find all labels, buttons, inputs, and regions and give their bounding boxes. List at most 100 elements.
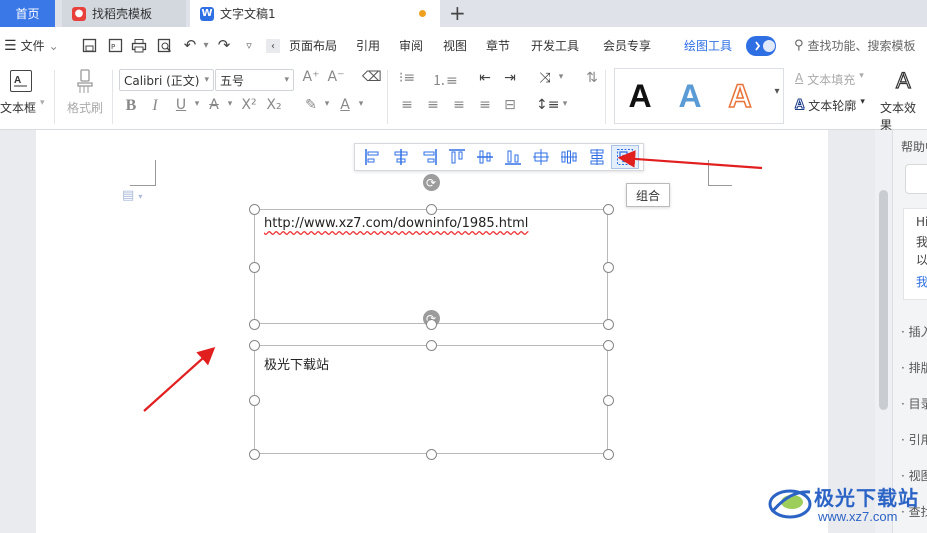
menu-member[interactable]: 会员专享: [603, 27, 651, 64]
textbox-dropdown-icon[interactable]: ▾: [40, 98, 45, 108]
font-size-value: 五号: [220, 73, 245, 88]
underline-dropdown-icon[interactable]: ▾: [188, 99, 206, 109]
text-style-blue[interactable]: A: [665, 78, 715, 115]
menu-references[interactable]: 引用: [356, 27, 380, 64]
chevron-down-icon: ▾: [204, 75, 209, 85]
help-card-link[interactable]: 我: [916, 273, 927, 290]
divider: [387, 70, 388, 124]
bold-icon[interactable]: B: [122, 97, 140, 115]
writer-doc-icon: W: [200, 6, 214, 21]
help-item[interactable]: · 目录: [901, 395, 927, 412]
help-item[interactable]: · 引用: [901, 431, 927, 448]
font-color-dropdown-icon[interactable]: ▾: [352, 99, 370, 109]
divider: [54, 70, 55, 124]
tab-home-label: 首页: [15, 7, 40, 21]
help-search-input[interactable]: [905, 164, 927, 194]
italic-icon[interactable]: I: [146, 97, 164, 115]
sort-icon[interactable]: ⇅: [583, 70, 601, 86]
line-spacing-dropdown-icon[interactable]: ▾: [556, 99, 574, 109]
font-family-value: Calibri (正文): [124, 73, 200, 88]
menu-view[interactable]: 视图: [443, 27, 467, 64]
help-item-label: 引用: [908, 433, 927, 447]
menu-developer[interactable]: 开发工具: [531, 27, 579, 64]
divider: [112, 70, 113, 124]
grow-font-icon[interactable]: A⁺: [302, 69, 320, 85]
help-panel: 帮助中心 Hi 我 以 我 · 插入 · 排版 · 目录 · 引用 · 视图 ·…: [892, 130, 927, 533]
format-painter-icon[interactable]: [75, 69, 95, 98]
help-item[interactable]: · 排版: [901, 359, 927, 376]
arrow-to-textboxes: [143, 347, 216, 412]
redo-icon[interactable]: ↷: [215, 36, 233, 54]
tab-document[interactable]: W 文字文稿1: [190, 0, 440, 27]
arrow-to-group-icon: [617, 150, 763, 170]
text-direction-dropdown-icon[interactable]: ▾: [552, 72, 570, 82]
numbered-list-icon[interactable]: ⒈≡: [432, 70, 458, 90]
align-center-text-icon[interactable]: ≡: [424, 97, 442, 113]
tab-template-label: 找稻壳模板: [92, 7, 153, 21]
text-fill-label: 文本填充: [807, 73, 856, 87]
ribbon: A 文本框 ▾ 格式刷 Calibri (正文) ▾ 五号 ▾ A⁺ A⁻ ⌫ …: [0, 64, 927, 133]
tab-template[interactable]: ● 找稻壳模板: [62, 0, 186, 27]
save-icon[interactable]: [80, 36, 98, 54]
gallery-more-icon[interactable]: ▾: [768, 86, 786, 97]
search-placeholder: 查找功能、搜索模板: [807, 39, 916, 53]
help-item-label: 排版: [908, 361, 927, 375]
textbox-label[interactable]: 文本框: [0, 99, 36, 116]
help-item[interactable]: · 插入: [901, 323, 927, 340]
textbox-icon[interactable]: A: [10, 70, 32, 92]
print-icon[interactable]: [130, 36, 148, 54]
align-left-text-icon[interactable]: ≡: [398, 97, 416, 113]
help-item-label: 插入: [908, 325, 927, 339]
scrollbar-thumb[interactable]: [879, 190, 888, 410]
chevron-down-icon: ⌄: [48, 38, 59, 53]
document-area: ▤ ▾ 组合 http://www.xz7.com/downinfo/1985.…: [0, 130, 892, 533]
bullet-list-icon[interactable]: ⁝≡: [398, 70, 416, 86]
ai-toggle[interactable]: [746, 36, 776, 56]
text-style-orange-outline[interactable]: A: [715, 77, 765, 115]
format-painter-label[interactable]: 格式刷: [67, 99, 103, 116]
vertical-scrollbar[interactable]: [875, 130, 892, 533]
export-pdf-icon[interactable]: P: [106, 36, 124, 54]
text-fill-button[interactable]: A 文本填充 ▾: [795, 71, 864, 88]
shrink-font-icon[interactable]: A⁻: [327, 69, 345, 85]
text-style-gallery[interactable]: A A A: [614, 68, 784, 124]
watermark-url: www.xz7.com: [818, 509, 898, 524]
site-watermark: 极光下载站 www.xz7.com: [766, 478, 926, 528]
justify-text-icon[interactable]: ≡: [476, 97, 494, 113]
help-card-line: 我: [916, 235, 927, 249]
search-box[interactable]: ⚲ 查找功能、搜索模板: [794, 27, 916, 64]
text-style-black[interactable]: A: [615, 78, 665, 115]
decrease-indent-icon[interactable]: ⇤: [476, 70, 494, 86]
superscript-icon[interactable]: X²: [240, 97, 258, 113]
strikethrough-dropdown-icon[interactable]: ▾: [221, 99, 239, 109]
undo-dropdown-icon[interactable]: ▾: [197, 36, 215, 54]
menu-chapter[interactable]: 章节: [486, 27, 510, 64]
text-outline-label: 文本轮廓: [808, 99, 857, 113]
chevron-down-icon: ▾: [284, 75, 289, 85]
highlight-dropdown-icon[interactable]: ▾: [318, 99, 336, 109]
print-preview-icon[interactable]: [155, 36, 173, 54]
more-icon[interactable]: ▿: [240, 36, 258, 54]
text-outline-button[interactable]: A 文本轮廓 ▾: [794, 97, 864, 114]
menu-page-layout[interactable]: 页面布局: [289, 27, 337, 64]
watermark-logo-icon: [768, 489, 812, 519]
menu-drawing-tools[interactable]: 绘图工具: [684, 27, 732, 64]
font-size-select[interactable]: 五号 ▾: [215, 69, 294, 91]
file-menu[interactable]: ☰ 文件 ⌄: [4, 27, 59, 64]
line-spacing-icon[interactable]: ↕≡: [536, 97, 559, 113]
align-right-text-icon[interactable]: ≡: [450, 97, 468, 113]
distribute-text-icon[interactable]: ⊟: [501, 97, 519, 113]
text-effect-icon[interactable]: A: [895, 67, 911, 94]
text-fill-icon: A: [795, 71, 804, 85]
increase-indent-icon[interactable]: ⇥: [501, 70, 519, 86]
tab-home[interactable]: 首页: [0, 0, 55, 27]
text-effect-label[interactable]: 文本效果: [880, 99, 927, 133]
font-family-select[interactable]: Calibri (正文) ▾: [119, 69, 214, 91]
scroll-left-icon[interactable]: ‹: [266, 39, 280, 53]
hamburger-icon: ☰: [4, 37, 17, 54]
menu-review[interactable]: 审阅: [399, 27, 423, 64]
help-card: Hi 我 以 我: [903, 208, 927, 300]
subscript-icon[interactable]: X₂: [265, 97, 283, 113]
add-tab-button[interactable]: +: [449, 1, 466, 25]
clear-format-icon[interactable]: ⌫: [362, 69, 382, 85]
